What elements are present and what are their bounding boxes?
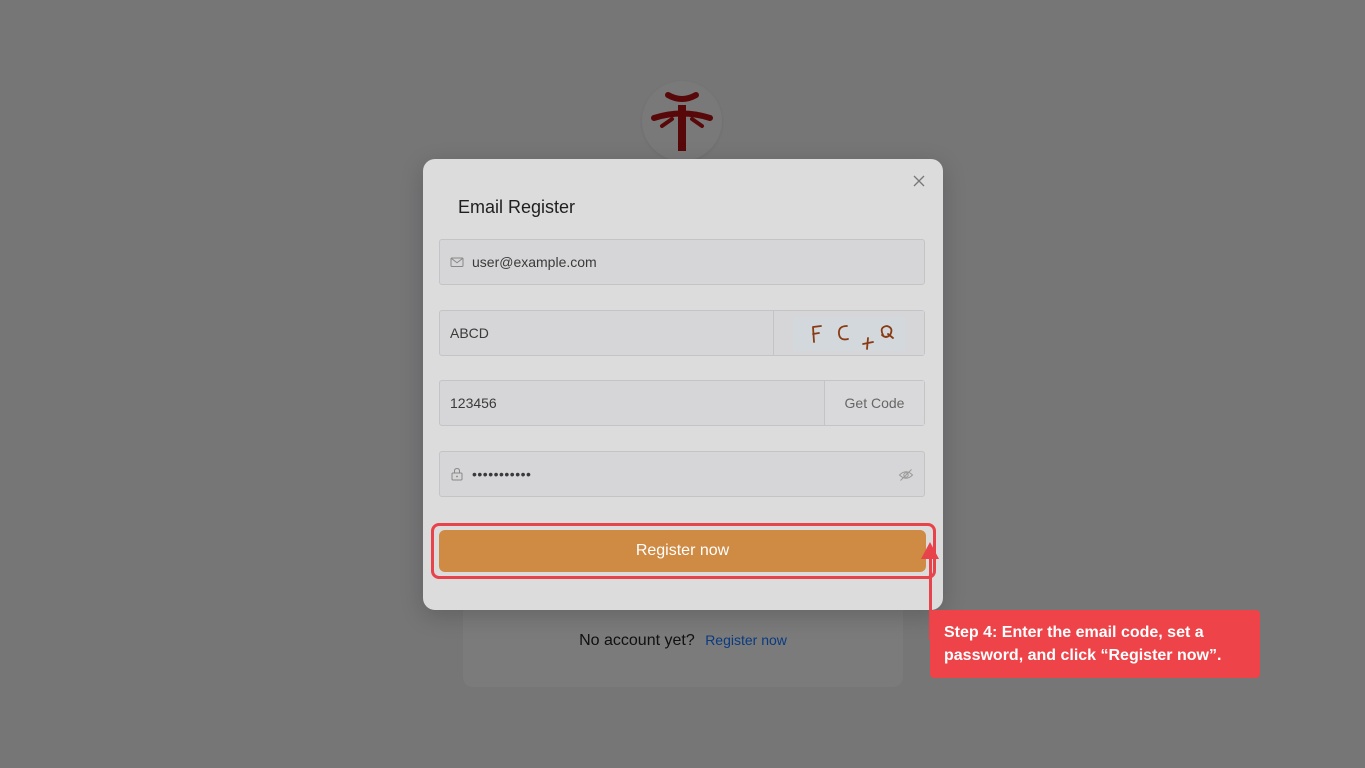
captcha-field[interactable]: ABCD [439,310,925,356]
password-field[interactable]: ••••••••••• [439,451,925,497]
captcha-input-value: ABCD [450,325,489,341]
modal-title: Email Register [458,197,576,217]
get-code-button[interactable]: Get Code [824,381,924,425]
register-now-button[interactable]: Register now [439,530,926,572]
mail-icon [450,257,464,267]
close-icon [913,175,925,187]
email-field[interactable]: user@example.com [439,239,925,285]
close-button[interactable] [909,171,929,191]
email-input-value: user@example.com [472,254,597,270]
password-input-value: ••••••••••• [472,466,532,482]
captcha-image[interactable] [793,317,905,351]
lock-icon [451,467,463,481]
annotation-arrow-head [921,542,939,559]
email-code-input-value: 123456 [450,395,497,411]
captcha-drawing [812,325,894,350]
annotation-callout: Step 4: Enter the email code, set a pass… [930,610,1260,678]
captcha-box [773,311,924,355]
email-code-field[interactable]: 123456 Get Code [439,380,925,426]
email-register-modal: Email Register user@example.com ABCD 123… [423,159,943,610]
eye-off-icon[interactable] [898,467,914,483]
